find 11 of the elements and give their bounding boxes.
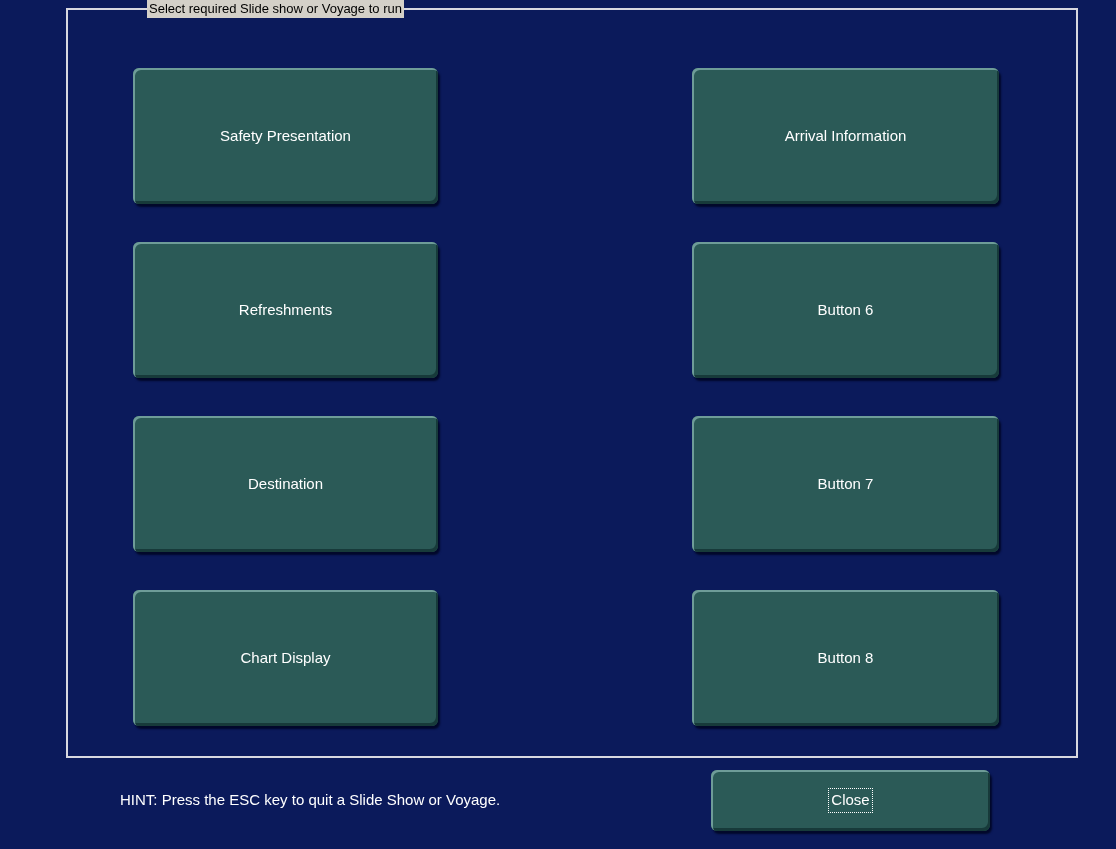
slide-show-button[interactable]: Button 6: [692, 242, 999, 378]
slide-show-button[interactable]: Refreshments: [133, 242, 438, 378]
hint-text: HINT: Press the ESC key to quit a Slide Show or Voyage.: [120, 790, 502, 811]
slide-show-button[interactable]: Button 8: [692, 590, 999, 726]
slide-show-button[interactable]: Button 7: [692, 416, 999, 552]
slide-show-button[interactable]: Chart Display: [133, 590, 438, 726]
slide-show-button[interactable]: Safety Presentation: [133, 68, 438, 204]
slide-show-button[interactable]: Arrival Information: [692, 68, 999, 204]
group-title: Select required Slide show or Voyage to run: [147, 0, 404, 18]
close-button[interactable]: Close: [711, 770, 990, 831]
slide-show-button[interactable]: Destination: [133, 416, 438, 552]
